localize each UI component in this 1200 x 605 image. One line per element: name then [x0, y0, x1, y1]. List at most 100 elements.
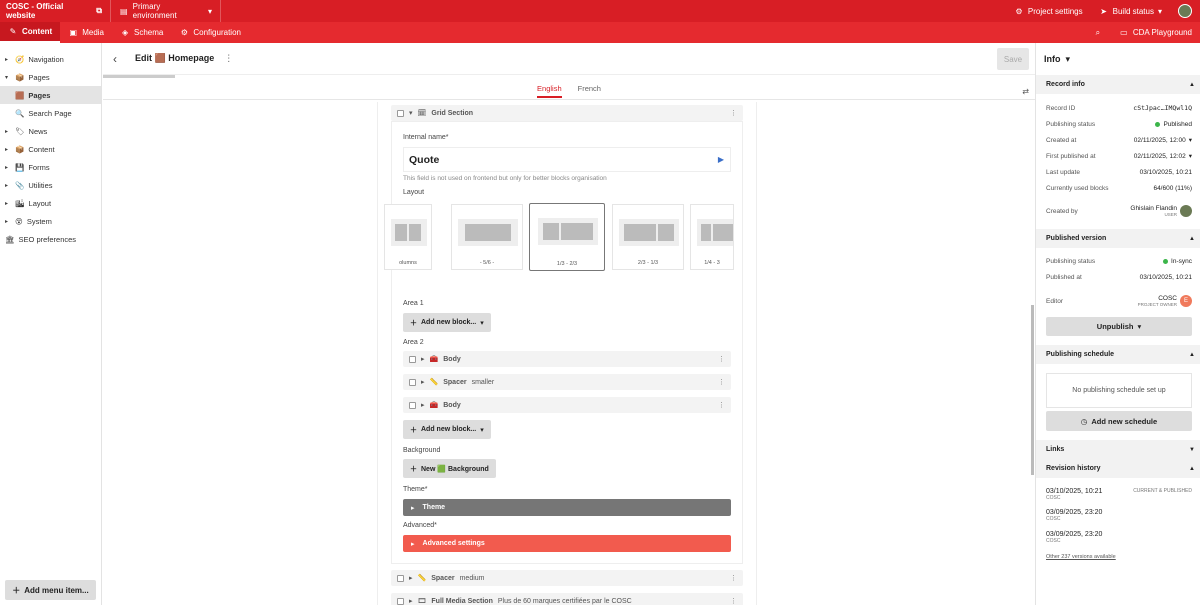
build-status-button[interactable]: ➤ Build status ▾: [1091, 0, 1170, 22]
back-arrow-icon[interactable]: ‹: [103, 52, 127, 66]
build-status-label: Build status: [1112, 6, 1154, 16]
block-row-full-media[interactable]: ▸ 🎞 Full Media Section Plus de 60 marque…: [391, 593, 743, 605]
tab-english[interactable]: English: [537, 84, 562, 98]
layout-option-5-6[interactable]: - 5/6 -: [451, 204, 523, 270]
layout-option-columns[interactable]: olumns: [384, 204, 432, 270]
block-checkbox[interactable]: [397, 597, 404, 605]
unpublish-button[interactable]: Unpublish ▾: [1046, 317, 1192, 336]
project-brand[interactable]: COSC - Official website ⧉: [0, 0, 111, 22]
more-options-icon[interactable]: ⋮: [718, 378, 725, 386]
links-header[interactable]: Links ▼: [1036, 440, 1200, 459]
sidebar-item-news[interactable]: ▸ 🏷 News: [0, 122, 101, 140]
add-menu-item-button[interactable]: ＋ Add menu item...: [5, 580, 96, 600]
block-row-spacer[interactable]: ▸ 📏 Spacer medium ⋮: [391, 570, 743, 586]
user-avatar[interactable]: [1170, 0, 1200, 22]
more-options-icon[interactable]: ⋮: [718, 355, 725, 363]
record-form: ▾ 🗓 Grid Section ⋮ Internal name* Quote …: [377, 102, 757, 605]
project-settings-button[interactable]: ⚙ Project settings: [1006, 0, 1091, 22]
save-button[interactable]: Save: [997, 48, 1029, 70]
block-row-body[interactable]: ▸ 🧰 Body ⋮: [403, 351, 731, 367]
right-scrollbar[interactable]: [1031, 305, 1034, 475]
more-options-icon[interactable]: ⋮: [718, 401, 725, 409]
caret-down-icon[interactable]: ▾: [1189, 152, 1192, 160]
sidebar-item-seo[interactable]: 🏛 SEO preferences: [0, 230, 101, 248]
theme-section[interactable]: ▸ Theme: [403, 499, 731, 516]
grid-section-header[interactable]: ▾ 🗓 Grid Section ⋮: [391, 105, 743, 121]
other-versions-link[interactable]: Other 237 versions available: [1046, 554, 1192, 560]
translate-icon[interactable]: ⇄: [1022, 87, 1029, 96]
chevron-right-icon[interactable]: ▸: [421, 378, 425, 386]
revision-item[interactable]: 03/10/2025, 10:21 CURRENT & PUBLISHED COS…: [1046, 488, 1192, 501]
chevron-right-icon[interactable]: ▸: [421, 355, 425, 363]
chevron-right-icon: ▸: [5, 146, 9, 153]
more-options-icon[interactable]: ⋮: [730, 597, 737, 605]
internal-name-hint: This field is not used on frontend but o…: [403, 175, 607, 182]
chevron-right-icon[interactable]: ▸: [409, 574, 413, 582]
layout-option-1-4-3[interactable]: 1/4 - 3: [690, 204, 734, 270]
block-title: Grid Section: [431, 109, 474, 117]
new-background-button[interactable]: ＋ New 🟩 Background: [403, 459, 496, 478]
block-checkbox[interactable]: [397, 109, 404, 117]
layout-option-2-3-1-3[interactable]: 2/3 - 1/3: [612, 204, 684, 270]
environment-switcher[interactable]: ▤ Primary environment ▾: [111, 0, 221, 22]
published-version-header[interactable]: Published version ▲: [1036, 229, 1200, 248]
revision-item[interactable]: 03/09/2025, 23:20 COSC: [1046, 509, 1192, 522]
publishing-schedule-header[interactable]: Publishing schedule ▲: [1036, 345, 1200, 364]
tab-content[interactable]: ✎ Content: [0, 22, 61, 43]
tab-configuration[interactable]: ⚙ Configuration: [171, 22, 249, 43]
block-checkbox[interactable]: [409, 378, 416, 386]
first-published-value: 02/11/2025, 12:02: [1133, 152, 1186, 160]
kv-label: First published at: [1046, 152, 1096, 160]
chevron-down-icon: ▾: [207, 6, 212, 16]
revision-tag: CURRENT & PUBLISHED: [1133, 488, 1192, 494]
more-options-icon[interactable]: ⋮: [730, 574, 737, 582]
info-panel-header[interactable]: Info ▾: [1036, 43, 1200, 75]
block-row-body[interactable]: ▸ 🧰 Body ⋮: [403, 397, 731, 413]
sidebar-item-label: Layout: [28, 198, 52, 208]
add-block-button-area2[interactable]: ＋ Add new block... ▾: [403, 420, 491, 439]
sidebar-item-pages-folder[interactable]: ▾ 📦 Pages: [0, 68, 101, 86]
add-schedule-button[interactable]: ◷ Add new schedule: [1046, 411, 1192, 431]
area2-label: Area 2: [403, 339, 424, 346]
block-checkbox[interactable]: [409, 401, 416, 409]
more-options-icon[interactable]: ⋮: [730, 109, 737, 117]
sidebar-item-pages[interactable]: 🟫 Pages: [0, 86, 101, 104]
tab-label: Content: [22, 27, 53, 36]
block-checkbox[interactable]: [397, 574, 404, 582]
tab-french[interactable]: French: [578, 84, 601, 93]
sidebar-item-content[interactable]: ▸ 📦 Content: [0, 140, 101, 158]
sidebar-item-layout[interactable]: ▸ 🏙 Layout: [0, 194, 101, 212]
more-options-icon[interactable]: ⋮: [224, 53, 233, 64]
chevron-up-icon: ▲: [1189, 81, 1195, 88]
chevron-right-icon[interactable]: ▸: [421, 401, 425, 409]
block-row-spacer[interactable]: ▸ 📏 Spacer smaller ⋮: [403, 374, 731, 390]
chevron-right-icon[interactable]: ▸: [409, 597, 413, 605]
content-sidebar: ▸ 🧭 Navigation ▾ 📦 Pages 🟫 Pages 🔍 Search Page…: [0, 43, 102, 605]
layout-option-1-3-2-3[interactable]: 1/3 - 2/3: [529, 203, 605, 271]
sidebar-item-navigation[interactable]: ▸ 🧭 Navigation: [0, 50, 101, 68]
search-button[interactable]: ⌕: [1085, 22, 1111, 43]
floppy-icon: 💾: [15, 162, 25, 172]
revision-item[interactable]: 03/09/2025, 23:20 COSC: [1046, 531, 1192, 544]
blocks-value: 64/600 (11%): [1153, 184, 1192, 192]
block-checkbox[interactable]: [409, 355, 416, 363]
internal-name-field[interactable]: Quote ▶: [403, 147, 731, 172]
add-block-button-area1[interactable]: ＋ Add new block... ▾: [403, 313, 491, 332]
cda-playground-button[interactable]: ▭ CDA Playground: [1111, 22, 1200, 43]
caret-down-icon[interactable]: ▾: [1189, 136, 1192, 144]
sidebar-item-utilities[interactable]: ▸ 📎 Utilities: [0, 176, 101, 194]
advanced-settings-section[interactable]: ▸ Advanced settings: [403, 535, 731, 552]
tab-schema[interactable]: ◈ Schema: [112, 22, 171, 43]
tab-media[interactable]: ▣ Media: [60, 22, 112, 43]
edit-icon: ✎: [9, 27, 17, 36]
sidebar-item-search-page[interactable]: 🔍 Search Page: [0, 104, 101, 122]
sidebar-item-label: Pages: [28, 72, 50, 82]
ai-icon[interactable]: ▶: [718, 155, 724, 164]
sidebar-item-forms[interactable]: ▸ 💾 Forms: [0, 158, 101, 176]
record-info-header[interactable]: Record info ▲: [1036, 75, 1200, 94]
revision-history-header[interactable]: Revision history ▲: [1036, 459, 1200, 478]
layout-caption: 1/4 - 3: [704, 260, 720, 266]
sidebar-item-label: Forms: [28, 162, 50, 172]
chevron-down-icon[interactable]: ▾: [409, 109, 413, 117]
sidebar-item-system[interactable]: ▸ 😵 System: [0, 212, 101, 230]
